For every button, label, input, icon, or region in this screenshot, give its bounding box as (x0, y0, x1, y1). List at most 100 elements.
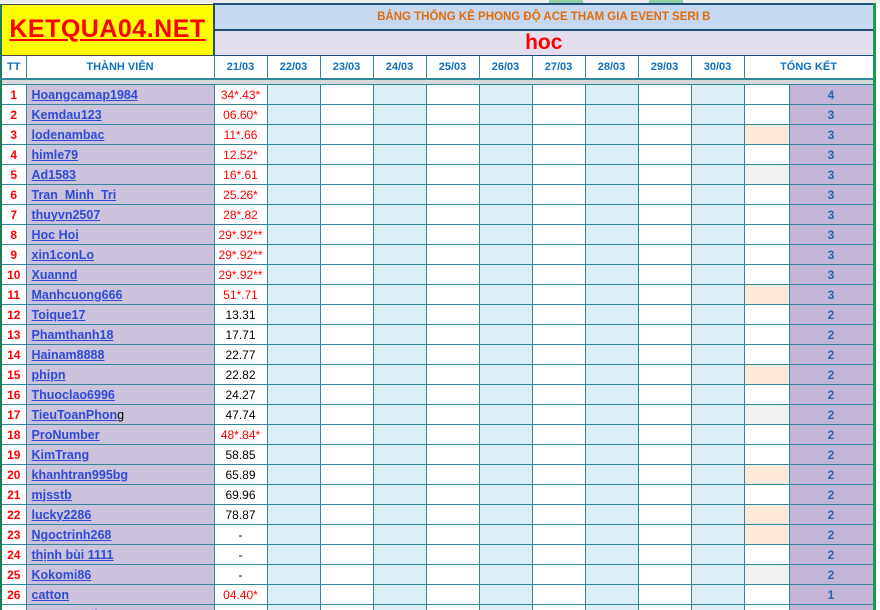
empty-score-cell[interactable] (531, 304, 586, 325)
member-cell[interactable]: Hoc Hoi (25, 224, 215, 245)
empty-score-cell[interactable] (425, 544, 480, 565)
empty-score-cell[interactable] (531, 224, 586, 245)
empty-score-cell[interactable] (584, 284, 639, 305)
member-cell[interactable]: ProNumber (25, 424, 215, 445)
empty-score-cell[interactable] (425, 404, 480, 425)
empty-score-cell[interactable] (478, 264, 533, 285)
empty-score-cell[interactable] (425, 164, 480, 185)
empty-score-cell[interactable] (690, 424, 745, 445)
empty-score-cell[interactable] (425, 184, 480, 205)
row-number-cell[interactable]: 14 (0, 344, 27, 365)
member-link[interactable]: ProNumber (32, 428, 100, 442)
member-cell[interactable]: catton (25, 584, 215, 605)
row-number-cell[interactable]: 2 (0, 104, 27, 125)
score-cell-21-03[interactable]: - (213, 524, 268, 545)
empty-score-cell[interactable] (637, 204, 692, 225)
empty-score-cell[interactable] (319, 304, 374, 325)
empty-score-cell[interactable] (319, 564, 374, 585)
note-cell[interactable] (743, 524, 790, 545)
member-link[interactable]: Kokomi86 (32, 568, 92, 582)
empty-score-cell[interactable] (425, 104, 480, 125)
empty-score-cell[interactable] (690, 604, 745, 610)
empty-score-cell[interactable] (266, 204, 321, 225)
member-cell[interactable]: lucky2286 (25, 504, 215, 525)
score-cell-21-03[interactable]: 51*.71 (213, 284, 268, 305)
member-link[interactable]: lucky2286 (32, 508, 92, 522)
empty-score-cell[interactable] (584, 364, 639, 385)
member-cell[interactable]: khanhtran995bg (25, 464, 215, 485)
col-header-tt[interactable]: TT (0, 55, 27, 80)
empty-score-cell[interactable] (319, 144, 374, 165)
empty-score-cell[interactable] (372, 404, 427, 425)
empty-score-cell[interactable] (425, 344, 480, 365)
empty-score-cell[interactable] (531, 424, 586, 445)
empty-score-cell[interactable] (584, 164, 639, 185)
empty-score-cell[interactable] (425, 424, 480, 445)
total-cell[interactable]: 3 (788, 264, 875, 285)
member-cell[interactable]: QuenMatKhau (25, 604, 215, 610)
empty-score-cell[interactable] (637, 184, 692, 205)
total-cell[interactable]: 2 (788, 444, 875, 465)
score-cell-21-03[interactable]: - (213, 564, 268, 585)
empty-score-cell[interactable] (690, 284, 745, 305)
empty-score-cell[interactable] (372, 184, 427, 205)
note-cell[interactable] (743, 484, 790, 505)
row-number-cell[interactable]: 12 (0, 304, 27, 325)
member-cell[interactable]: himle79 (25, 144, 215, 165)
empty-score-cell[interactable] (478, 464, 533, 485)
row-number-cell[interactable]: 21 (0, 484, 27, 505)
total-cell[interactable]: 3 (788, 124, 875, 145)
empty-score-cell[interactable] (584, 344, 639, 365)
empty-score-cell[interactable] (319, 544, 374, 565)
empty-score-cell[interactable] (319, 244, 374, 265)
member-link[interactable]: Hainam8888 (32, 348, 105, 362)
empty-score-cell[interactable] (690, 104, 745, 125)
row-number-cell[interactable]: 5 (0, 164, 27, 185)
empty-score-cell[interactable] (690, 404, 745, 425)
empty-score-cell[interactable] (531, 484, 586, 505)
empty-score-cell[interactable] (478, 364, 533, 385)
empty-score-cell[interactable] (531, 384, 586, 405)
note-cell[interactable] (743, 344, 790, 365)
empty-score-cell[interactable] (690, 544, 745, 565)
note-cell[interactable] (743, 504, 790, 525)
empty-score-cell[interactable] (319, 584, 374, 605)
member-link[interactable]: Hoangcamap1984 (32, 88, 138, 102)
empty-score-cell[interactable] (584, 264, 639, 285)
score-cell-21-03[interactable]: 48*.84* (213, 424, 268, 445)
note-cell[interactable] (743, 264, 790, 285)
total-cell[interactable]: 3 (788, 144, 875, 165)
note-cell[interactable] (743, 444, 790, 465)
empty-score-cell[interactable] (584, 584, 639, 605)
member-cell[interactable]: thuyvn2507 (25, 204, 215, 225)
empty-score-cell[interactable] (531, 104, 586, 125)
empty-score-cell[interactable] (372, 244, 427, 265)
empty-score-cell[interactable] (266, 464, 321, 485)
row-number-cell[interactable]: 17 (0, 404, 27, 425)
empty-score-cell[interactable] (478, 244, 533, 265)
empty-score-cell[interactable] (478, 384, 533, 405)
empty-score-cell[interactable] (425, 604, 480, 610)
empty-score-cell[interactable] (266, 324, 321, 345)
empty-score-cell[interactable] (425, 444, 480, 465)
empty-score-cell[interactable] (584, 104, 639, 125)
empty-score-cell[interactable] (425, 144, 480, 165)
member-cell[interactable]: phipn (25, 364, 215, 385)
empty-score-cell[interactable] (478, 224, 533, 245)
col-header-date[interactable]: 29/03 (637, 55, 692, 80)
score-cell-21-03[interactable]: 47.74 (213, 404, 268, 425)
empty-score-cell[interactable] (584, 444, 639, 465)
empty-score-cell[interactable] (372, 144, 427, 165)
empty-score-cell[interactable] (531, 184, 586, 205)
empty-score-cell[interactable] (319, 224, 374, 245)
score-cell-21-03[interactable]: 05*.50 (213, 604, 268, 610)
row-number-cell[interactable]: 10 (0, 264, 27, 285)
empty-score-cell[interactable] (531, 584, 586, 605)
empty-score-cell[interactable] (478, 284, 533, 305)
row-number-cell[interactable]: 20 (0, 464, 27, 485)
empty-score-cell[interactable] (319, 524, 374, 545)
member-link[interactable]: thịnh bùi 1111 (32, 548, 114, 562)
empty-score-cell[interactable] (266, 224, 321, 245)
empty-score-cell[interactable] (584, 484, 639, 505)
empty-score-cell[interactable] (690, 444, 745, 465)
